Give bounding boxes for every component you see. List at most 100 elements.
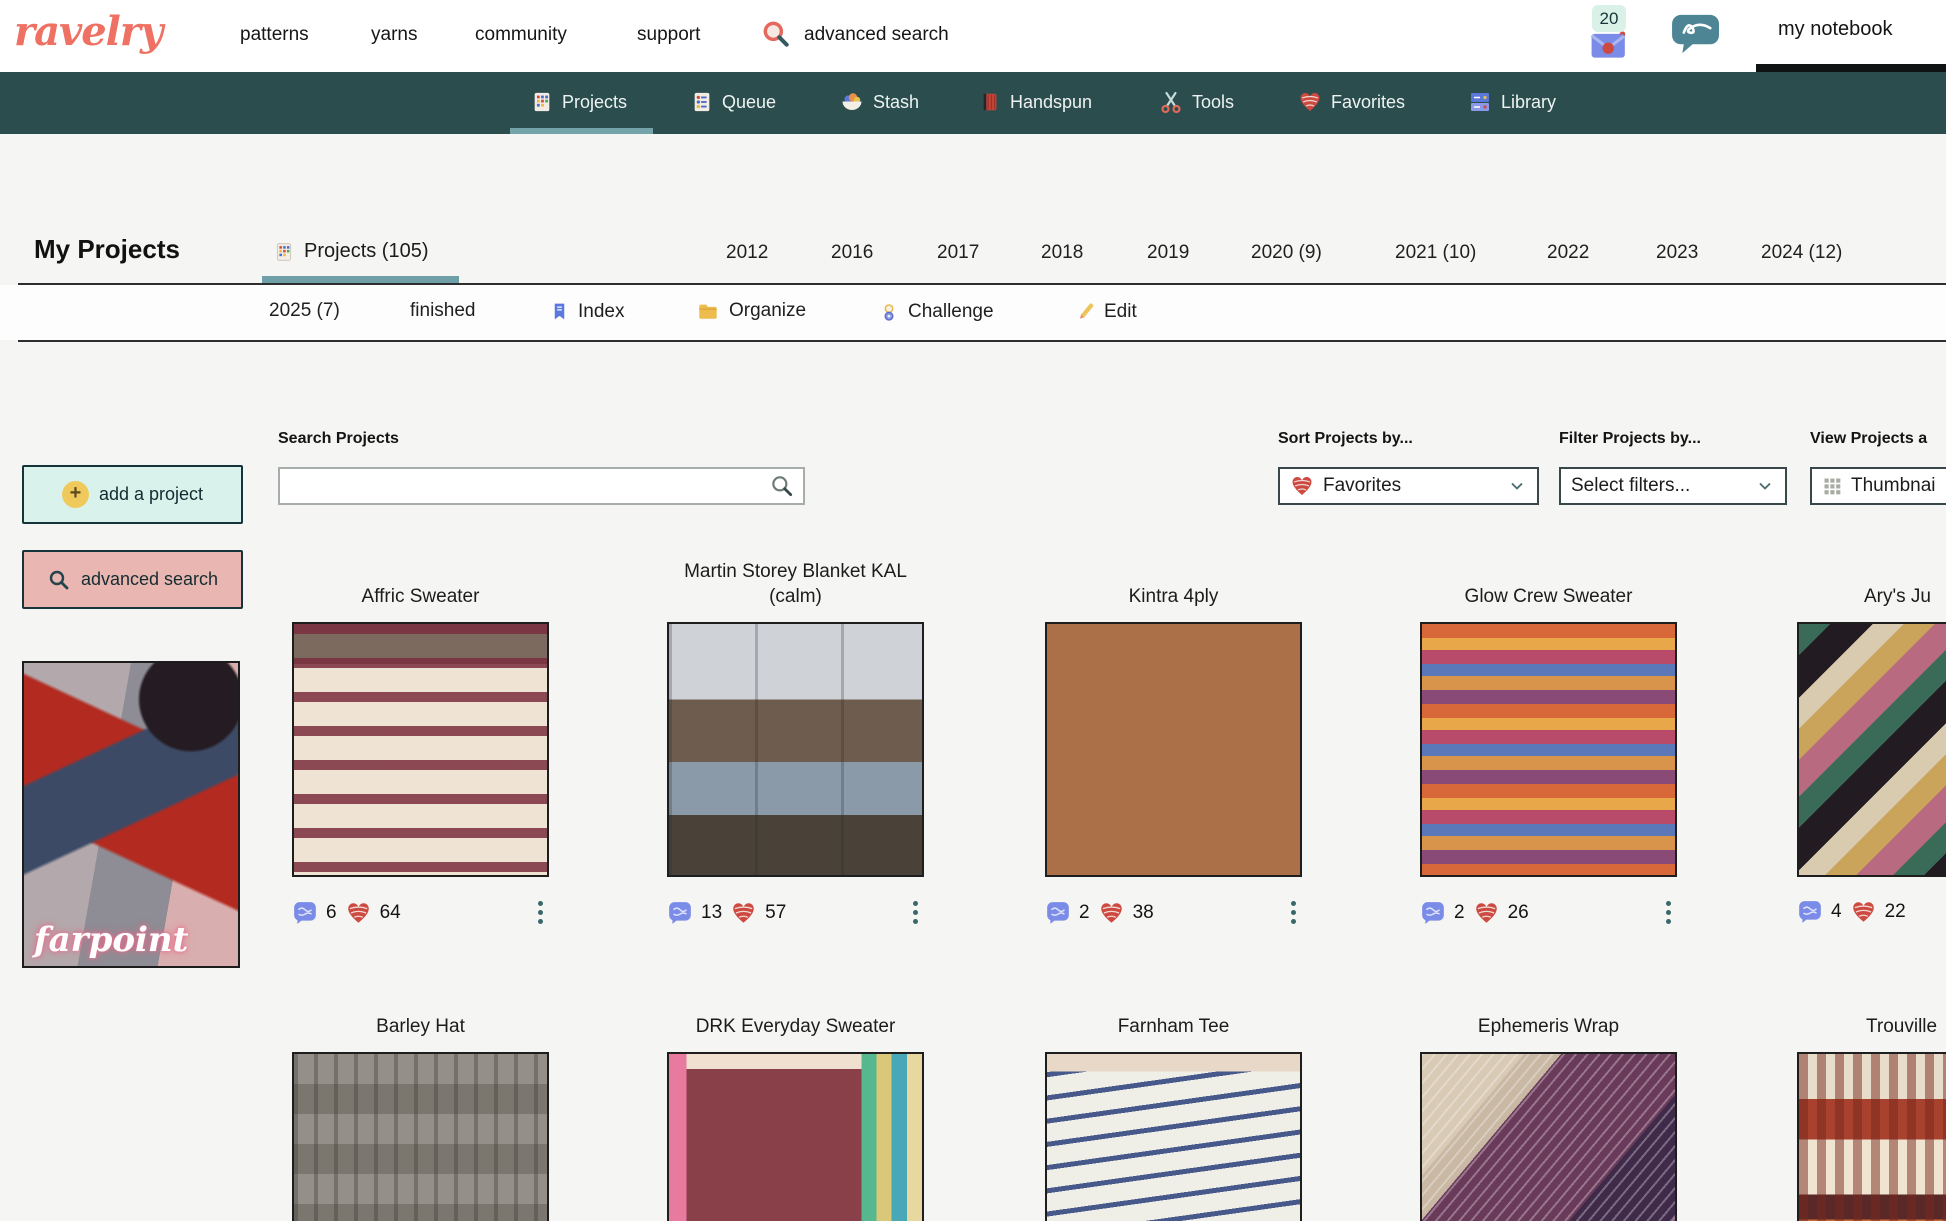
projects-clipboard-icon: [274, 241, 294, 263]
tab-year-2021[interactable]: 2021 (10): [1395, 242, 1476, 264]
filter-selected-value: Select filters...: [1571, 475, 1690, 497]
nav-patterns[interactable]: patterns: [240, 24, 309, 46]
chevron-down-icon: [1755, 476, 1775, 496]
stash-bowl-icon: [840, 90, 864, 114]
tab-year-2019[interactable]: 2019: [1147, 242, 1189, 264]
project-photo[interactable]: [667, 1052, 924, 1221]
tab-handspun[interactable]: Handspun: [979, 90, 1092, 114]
ravelry-logo[interactable]: ravelry: [14, 8, 162, 55]
sort-projects-label: Sort Projects by...: [1278, 430, 1413, 448]
projects-clipboard-icon: [531, 90, 553, 114]
project-title[interactable]: Trouville: [1797, 1014, 1946, 1040]
project-meta: 13 57: [667, 899, 924, 926]
project-photo[interactable]: [292, 622, 549, 877]
project-photo[interactable]: [1797, 1052, 1946, 1221]
add-a-project-button[interactable]: + add a project: [22, 465, 243, 524]
project-title[interactable]: Ary's Ju: [1797, 556, 1946, 610]
project-photo[interactable]: [292, 1052, 549, 1221]
tab-year-2024[interactable]: 2024 (12): [1761, 242, 1842, 264]
project-photo[interactable]: [1420, 622, 1677, 877]
tab-challenge[interactable]: Challenge: [879, 300, 994, 324]
index-bookmark-icon: [550, 300, 569, 323]
favorites-heart-icon: [1850, 899, 1877, 925]
comments-icon: [667, 900, 693, 926]
tools-scissors-icon: [1159, 90, 1183, 114]
tab-year-2017[interactable]: 2017: [937, 242, 979, 264]
tab-finished-label: finished: [410, 300, 476, 322]
notebook-navbar: Projects Queue Stash Handspun: [0, 72, 1946, 134]
project-card-trouville: Trouville: [1797, 1014, 1946, 1221]
search-projects-label: Search Projects: [278, 430, 399, 448]
comments-count: 4: [1831, 901, 1842, 923]
tab-year-2018[interactable]: 2018: [1041, 242, 1083, 264]
tab-index-label: Index: [578, 301, 624, 323]
project-photo[interactable]: [1420, 1052, 1677, 1221]
project-title[interactable]: Kintra 4ply: [1045, 556, 1302, 610]
queue-list-icon: [691, 90, 713, 114]
tab-queue[interactable]: Queue: [691, 90, 776, 114]
view-projects-select[interactable]: Thumbnai: [1810, 467, 1946, 505]
comments-icon: [1420, 900, 1446, 926]
my-notebook-link[interactable]: my notebook: [1778, 18, 1893, 41]
nav-support[interactable]: support: [637, 24, 700, 46]
tab-finished[interactable]: finished: [410, 300, 476, 322]
tab-year-2016[interactable]: 2016: [831, 242, 873, 264]
tab-year-2012[interactable]: 2012: [726, 242, 768, 264]
favorites-heart-icon: [1473, 900, 1500, 926]
add-a-project-label: add a project: [99, 484, 203, 505]
comments-icon: [1797, 899, 1823, 925]
project-title[interactable]: Affric Sweater: [292, 556, 549, 610]
project-title[interactable]: Martin Storey Blanket KAL (calm): [667, 556, 924, 610]
card-menu-button[interactable]: [532, 899, 549, 926]
tab-handspun-label: Handspun: [1010, 92, 1092, 113]
tab-favorites[interactable]: Favorites: [1298, 90, 1405, 114]
nav-community[interactable]: community: [475, 24, 567, 46]
project-photo[interactable]: [667, 622, 924, 877]
tab-year-2025[interactable]: 2025 (7): [269, 300, 340, 322]
project-card-martin-storey: Martin Storey Blanket KAL (calm) 13 57: [667, 556, 924, 926]
project-photo[interactable]: [1045, 622, 1302, 877]
tab-year-2023[interactable]: 2023: [1656, 242, 1698, 264]
tab-tools[interactable]: Tools: [1159, 90, 1234, 114]
project-title[interactable]: Ephemeris Wrap: [1420, 1014, 1677, 1040]
tab-projects[interactable]: Projects: [531, 90, 627, 114]
advanced-search-link[interactable]: advanced search: [804, 24, 949, 46]
project-title[interactable]: Farnham Tee: [1045, 1014, 1302, 1040]
filter-projects-select[interactable]: Select filters...: [1559, 467, 1787, 505]
tab-edit-label: Edit: [1104, 301, 1137, 323]
envelope-icon[interactable]: [1590, 30, 1628, 60]
tab-stash[interactable]: Stash: [840, 90, 919, 114]
tab-year-2022[interactable]: 2022: [1547, 242, 1589, 264]
project-card-glow-crew: Glow Crew Sweater 2 26: [1420, 556, 1677, 926]
tab-organize[interactable]: Organize: [696, 300, 806, 322]
tab-index[interactable]: Index: [550, 300, 624, 323]
chat-bubble-icon[interactable]: [1672, 12, 1722, 56]
farpoint-pattern-ad[interactable]: farpoint: [22, 661, 240, 968]
sort-projects-select[interactable]: Favorites: [1278, 467, 1539, 505]
project-photo[interactable]: [1797, 622, 1946, 877]
organize-folder-icon: [696, 300, 720, 322]
project-title[interactable]: Glow Crew Sweater: [1420, 556, 1677, 610]
project-photo[interactable]: [1045, 1052, 1302, 1221]
nav-yarns[interactable]: yarns: [371, 24, 417, 46]
projects-count-tab[interactable]: Projects (105): [274, 240, 429, 263]
card-menu-button[interactable]: [1660, 899, 1677, 926]
card-menu-button[interactable]: [1285, 899, 1302, 926]
tab-library[interactable]: Library: [1468, 90, 1556, 114]
tab-edit[interactable]: Edit: [1076, 300, 1137, 323]
project-card-kintra: Kintra 4ply 2 38: [1045, 556, 1302, 926]
project-card-ephemeris: Ephemeris Wrap: [1420, 1014, 1677, 1221]
project-meta: 2 38: [1045, 899, 1302, 926]
advanced-search-button[interactable]: advanced search: [22, 550, 243, 609]
card-menu-button[interactable]: [907, 899, 924, 926]
search-icon[interactable]: [760, 18, 792, 50]
search-icon[interactable]: [769, 473, 795, 499]
favorites-heart-icon: [1098, 900, 1125, 926]
messages-count-badge[interactable]: 20: [1592, 5, 1626, 32]
project-title[interactable]: Barley Hat: [292, 1014, 549, 1040]
project-card-arys: Ary's Ju 4 22: [1797, 556, 1946, 925]
favorites-heart-icon: [730, 900, 757, 926]
search-projects-input[interactable]: [280, 476, 769, 496]
tab-year-2020[interactable]: 2020 (9): [1251, 242, 1322, 264]
project-title[interactable]: DRK Everyday Sweater: [667, 1014, 924, 1040]
